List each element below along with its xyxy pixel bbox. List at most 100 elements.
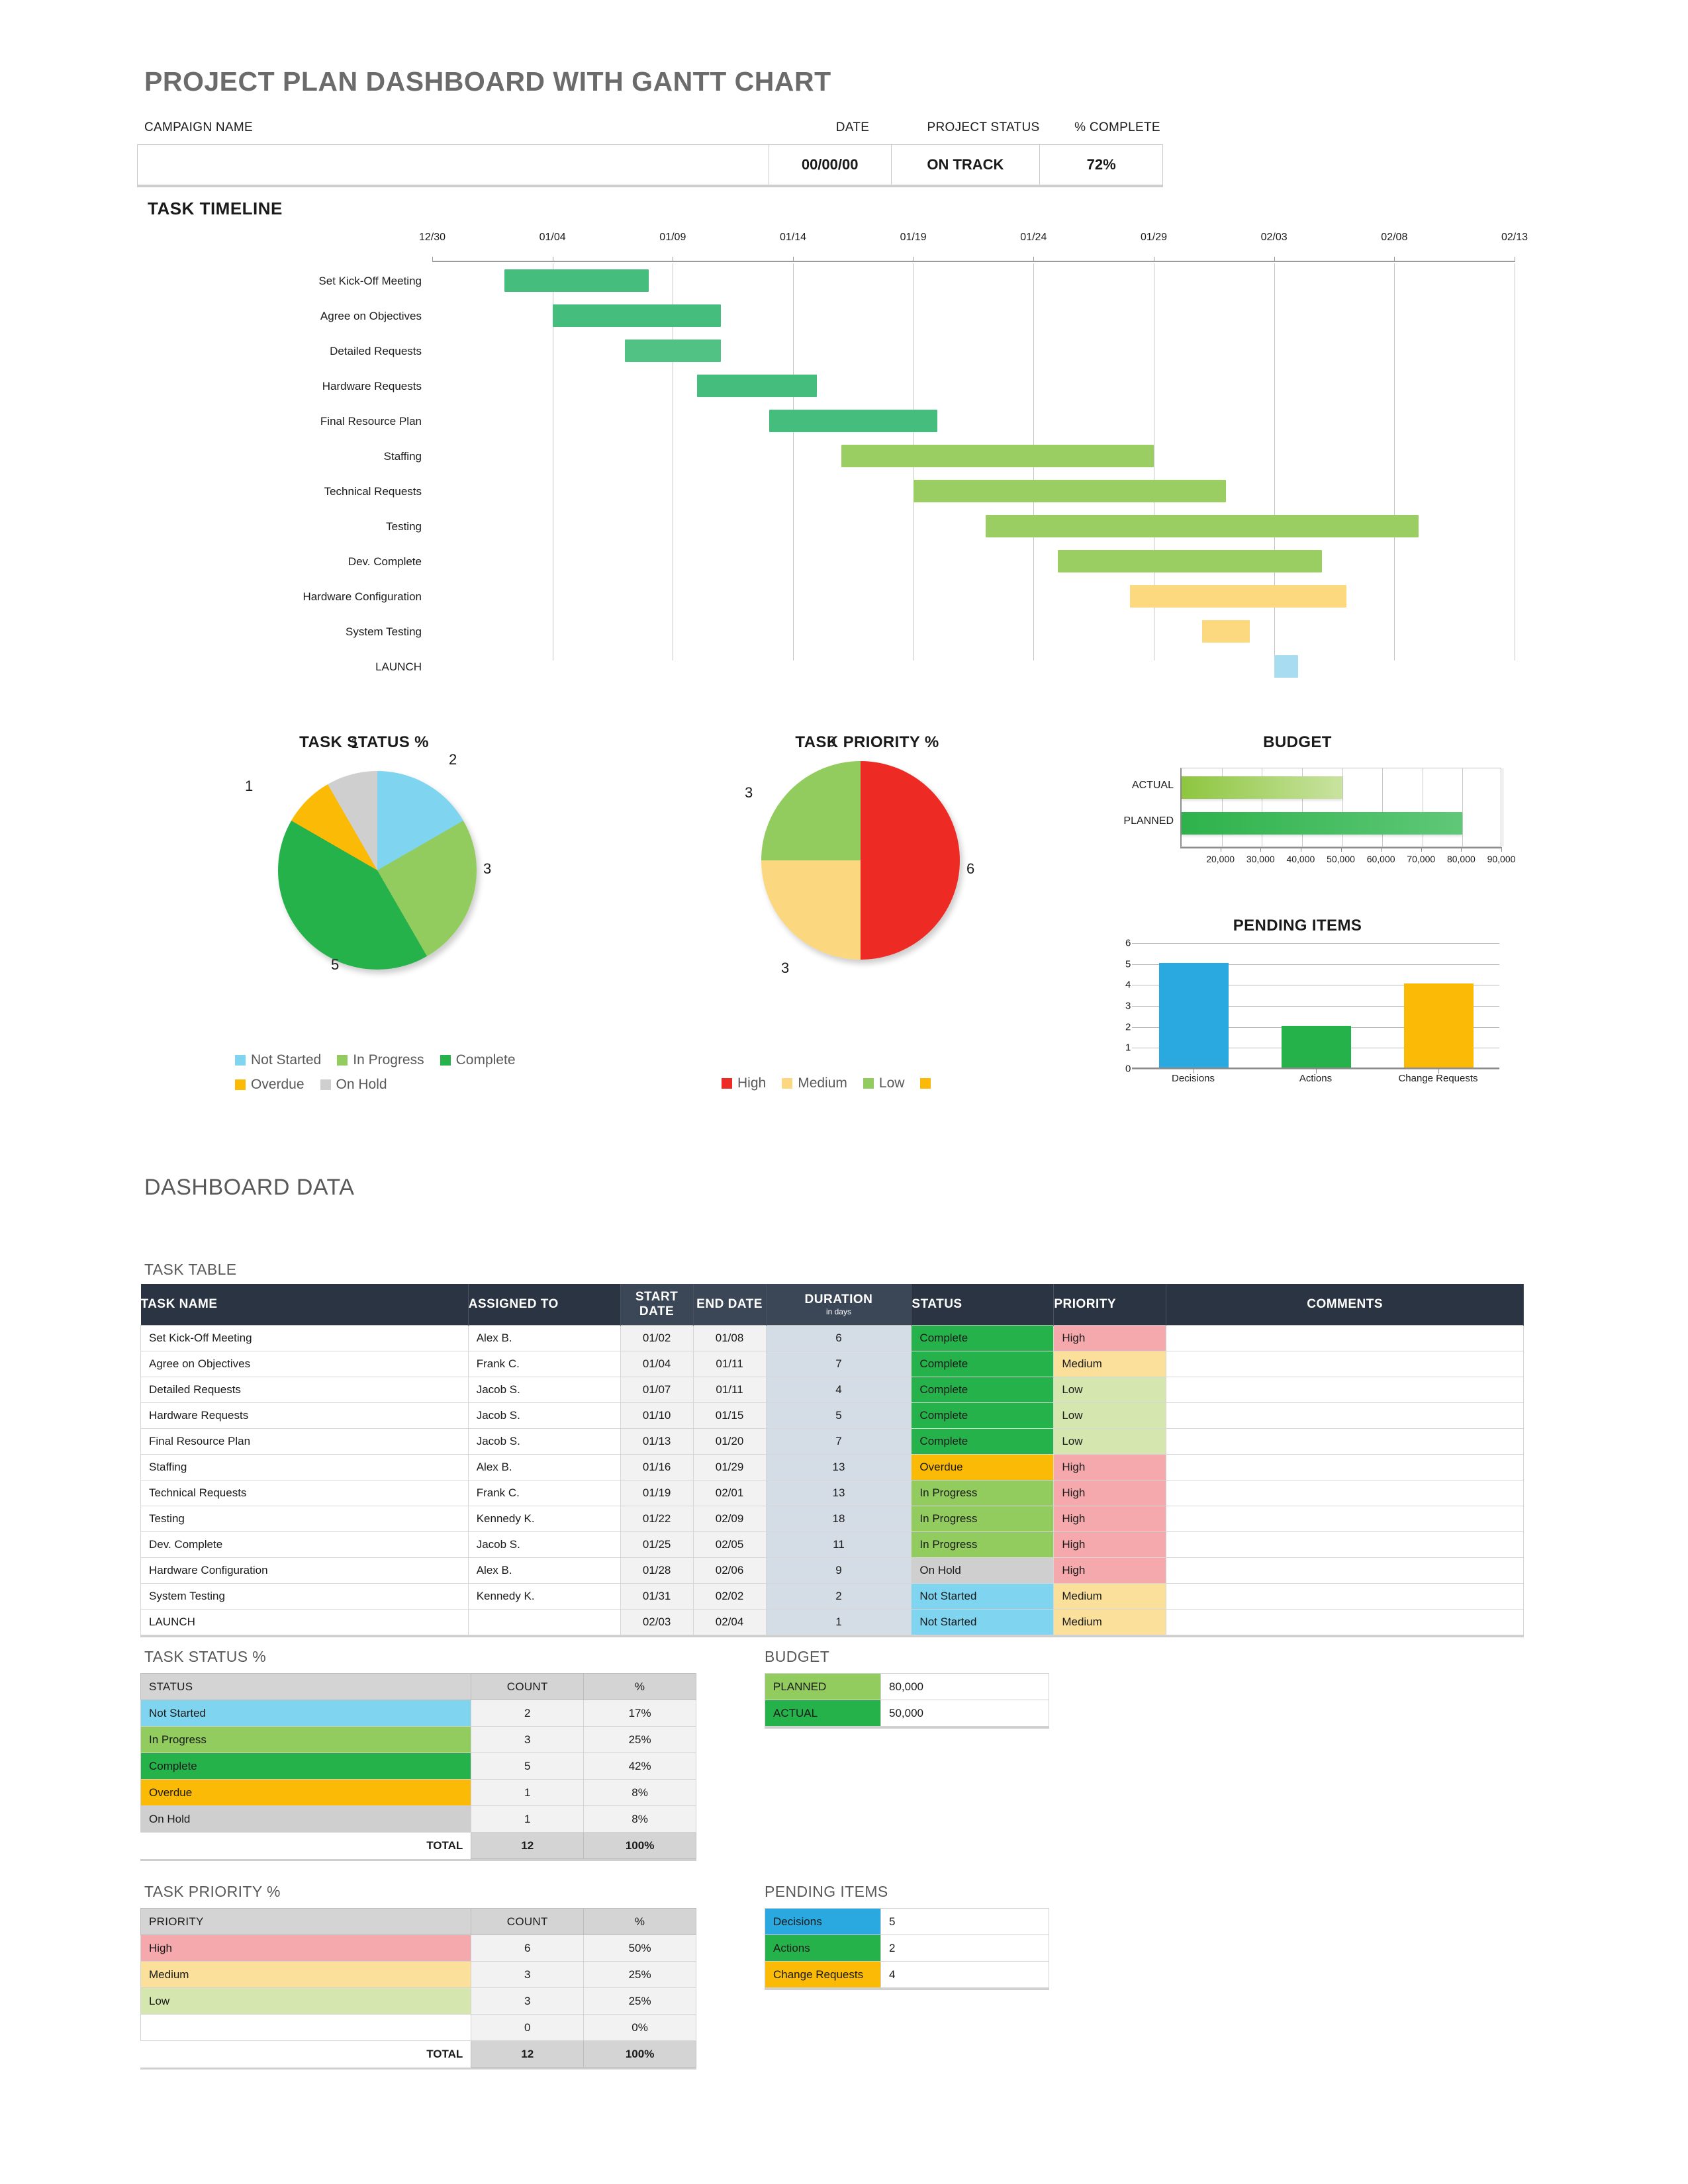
- cell-comments[interactable]: [1166, 1453, 1524, 1480]
- cell-count[interactable]: 3: [471, 1726, 585, 1753]
- cell-end-date[interactable]: 02/06: [692, 1557, 767, 1584]
- cell-end-date[interactable]: 02/02: [692, 1582, 767, 1610]
- cell-end-date[interactable]: 01/11: [692, 1350, 767, 1377]
- cell-duration[interactable]: 5: [765, 1402, 912, 1429]
- cell-assigned-to[interactable]: Alex B.: [467, 1453, 621, 1480]
- cell-assigned-to[interactable]: Jacob S.: [467, 1376, 621, 1403]
- legend-item[interactable]: Low: [863, 1075, 904, 1091]
- cell-value[interactable]: 2: [880, 1934, 1049, 1962]
- cell-duration[interactable]: 7: [765, 1350, 912, 1377]
- legend-item[interactable]: On Hold: [320, 1077, 387, 1093]
- cell-task-name[interactable]: Technical Requests: [140, 1479, 469, 1506]
- cell-percent[interactable]: 25%: [583, 1726, 696, 1753]
- cell-assigned-to[interactable]: Kennedy K.: [467, 1582, 621, 1610]
- gantt-bar[interactable]: [913, 480, 1226, 502]
- cell-label[interactable]: Overdue: [140, 1779, 472, 1806]
- cell-status[interactable]: In Progress: [911, 1531, 1055, 1558]
- cell-label[interactable]: [140, 2014, 472, 2041]
- cell-task-name[interactable]: Set Kick-Off Meeting: [140, 1324, 469, 1351]
- cell-assigned-to[interactable]: Alex B.: [467, 1557, 621, 1584]
- gantt-bar[interactable]: [504, 269, 649, 292]
- cell-status[interactable]: Complete: [911, 1402, 1055, 1429]
- pending-bar[interactable]: [1158, 962, 1229, 1068]
- legend-item[interactable]: Overdue: [235, 1077, 305, 1093]
- budget-bar-planned[interactable]: [1182, 812, 1463, 835]
- cell-end-date[interactable]: 02/09: [692, 1505, 767, 1532]
- cell-label[interactable]: Decisions: [765, 1908, 881, 1935]
- cell-start-date[interactable]: 01/19: [620, 1479, 694, 1506]
- cell-status[interactable]: Not Started: [911, 1582, 1055, 1610]
- cell-label[interactable]: In Progress: [140, 1726, 472, 1753]
- cell-priority[interactable]: Low: [1053, 1376, 1167, 1403]
- cell-status[interactable]: Overdue: [911, 1453, 1055, 1480]
- cell-comments[interactable]: [1166, 1505, 1524, 1532]
- cell-count[interactable]: 3: [471, 1987, 585, 2015]
- cell-comments[interactable]: [1166, 1557, 1524, 1584]
- cell-duration[interactable]: 2: [765, 1582, 912, 1610]
- cell-count[interactable]: 6: [471, 1934, 585, 1962]
- cell-priority[interactable]: High: [1053, 1505, 1167, 1532]
- cell-label[interactable]: ACTUAL: [765, 1700, 881, 1727]
- cell-count[interactable]: 3: [471, 1961, 585, 1988]
- cell-comments[interactable]: [1166, 1531, 1524, 1558]
- cell-status[interactable]: On Hold: [911, 1557, 1055, 1584]
- cell-task-name[interactable]: Hardware Configuration: [140, 1557, 469, 1584]
- cell-comments[interactable]: [1166, 1350, 1524, 1377]
- gantt-bar[interactable]: [1129, 585, 1346, 608]
- cell-duration[interactable]: 13: [765, 1453, 912, 1480]
- cell-percent[interactable]: 25%: [583, 1961, 696, 1988]
- cell-assigned-to[interactable]: Frank C.: [467, 1479, 621, 1506]
- cell-priority[interactable]: Medium: [1053, 1582, 1167, 1610]
- cell-label[interactable]: Low: [140, 1987, 472, 2015]
- legend-item[interactable]: High: [722, 1075, 766, 1091]
- cell-start-date[interactable]: 01/22: [620, 1505, 694, 1532]
- cell-status[interactable]: Not Started: [911, 1608, 1055, 1635]
- cell-task-name[interactable]: Dev. Complete: [140, 1531, 469, 1558]
- cell-status[interactable]: Complete: [911, 1428, 1055, 1455]
- legend-item[interactable]: Complete: [440, 1052, 516, 1068]
- cell-duration[interactable]: 9: [765, 1557, 912, 1584]
- cell-priority[interactable]: High: [1053, 1557, 1167, 1584]
- cell-count[interactable]: 5: [471, 1752, 585, 1780]
- cell-label[interactable]: High: [140, 1934, 472, 1962]
- cell-assigned-to[interactable]: [467, 1608, 621, 1635]
- cell-assigned-to[interactable]: Kennedy K.: [467, 1505, 621, 1532]
- pending-bar[interactable]: [1403, 983, 1474, 1068]
- cell-count[interactable]: 2: [471, 1700, 585, 1727]
- gantt-bar[interactable]: [1201, 620, 1250, 643]
- cell-count[interactable]: 1: [471, 1779, 585, 1806]
- cell-task-name[interactable]: Staffing: [140, 1453, 469, 1480]
- legend-item[interactable]: In Progress: [337, 1052, 424, 1068]
- cell-start-date[interactable]: 01/02: [620, 1324, 694, 1351]
- cell-label[interactable]: Change Requests: [765, 1961, 881, 1988]
- cell-duration[interactable]: 18: [765, 1505, 912, 1532]
- cell-end-date[interactable]: 02/05: [692, 1531, 767, 1558]
- legend-item[interactable]: Medium: [782, 1075, 847, 1091]
- percent-complete-value[interactable]: 72%: [1040, 145, 1162, 185]
- cell-assigned-to[interactable]: Frank C.: [467, 1350, 621, 1377]
- cell-duration[interactable]: 6: [765, 1324, 912, 1351]
- cell-assigned-to[interactable]: Alex B.: [467, 1324, 621, 1351]
- cell-end-date[interactable]: 01/08: [692, 1324, 767, 1351]
- budget-bar-actual[interactable]: [1182, 776, 1342, 799]
- cell-value[interactable]: 4: [880, 1961, 1049, 1988]
- cell-label[interactable]: Complete: [140, 1752, 472, 1780]
- cell-comments[interactable]: [1166, 1608, 1524, 1635]
- cell-duration[interactable]: 1: [765, 1608, 912, 1635]
- pie-slices[interactable]: [761, 761, 960, 960]
- cell-value[interactable]: 5: [880, 1908, 1049, 1935]
- cell-task-name[interactable]: System Testing: [140, 1582, 469, 1610]
- cell-start-date[interactable]: 01/10: [620, 1402, 694, 1429]
- cell-priority[interactable]: High: [1053, 1324, 1167, 1351]
- cell-duration[interactable]: 11: [765, 1531, 912, 1558]
- cell-percent[interactable]: 25%: [583, 1987, 696, 2015]
- cell-comments[interactable]: [1166, 1479, 1524, 1506]
- date-value[interactable]: 00/00/00: [769, 145, 892, 185]
- cell-priority[interactable]: High: [1053, 1531, 1167, 1558]
- campaign-name-input[interactable]: [138, 145, 769, 185]
- gantt-bar[interactable]: [769, 410, 937, 432]
- cell-assigned-to[interactable]: Jacob S.: [467, 1428, 621, 1455]
- cell-comments[interactable]: [1166, 1376, 1524, 1403]
- cell-priority[interactable]: High: [1053, 1453, 1167, 1480]
- cell-value[interactable]: 80,000: [880, 1673, 1049, 1700]
